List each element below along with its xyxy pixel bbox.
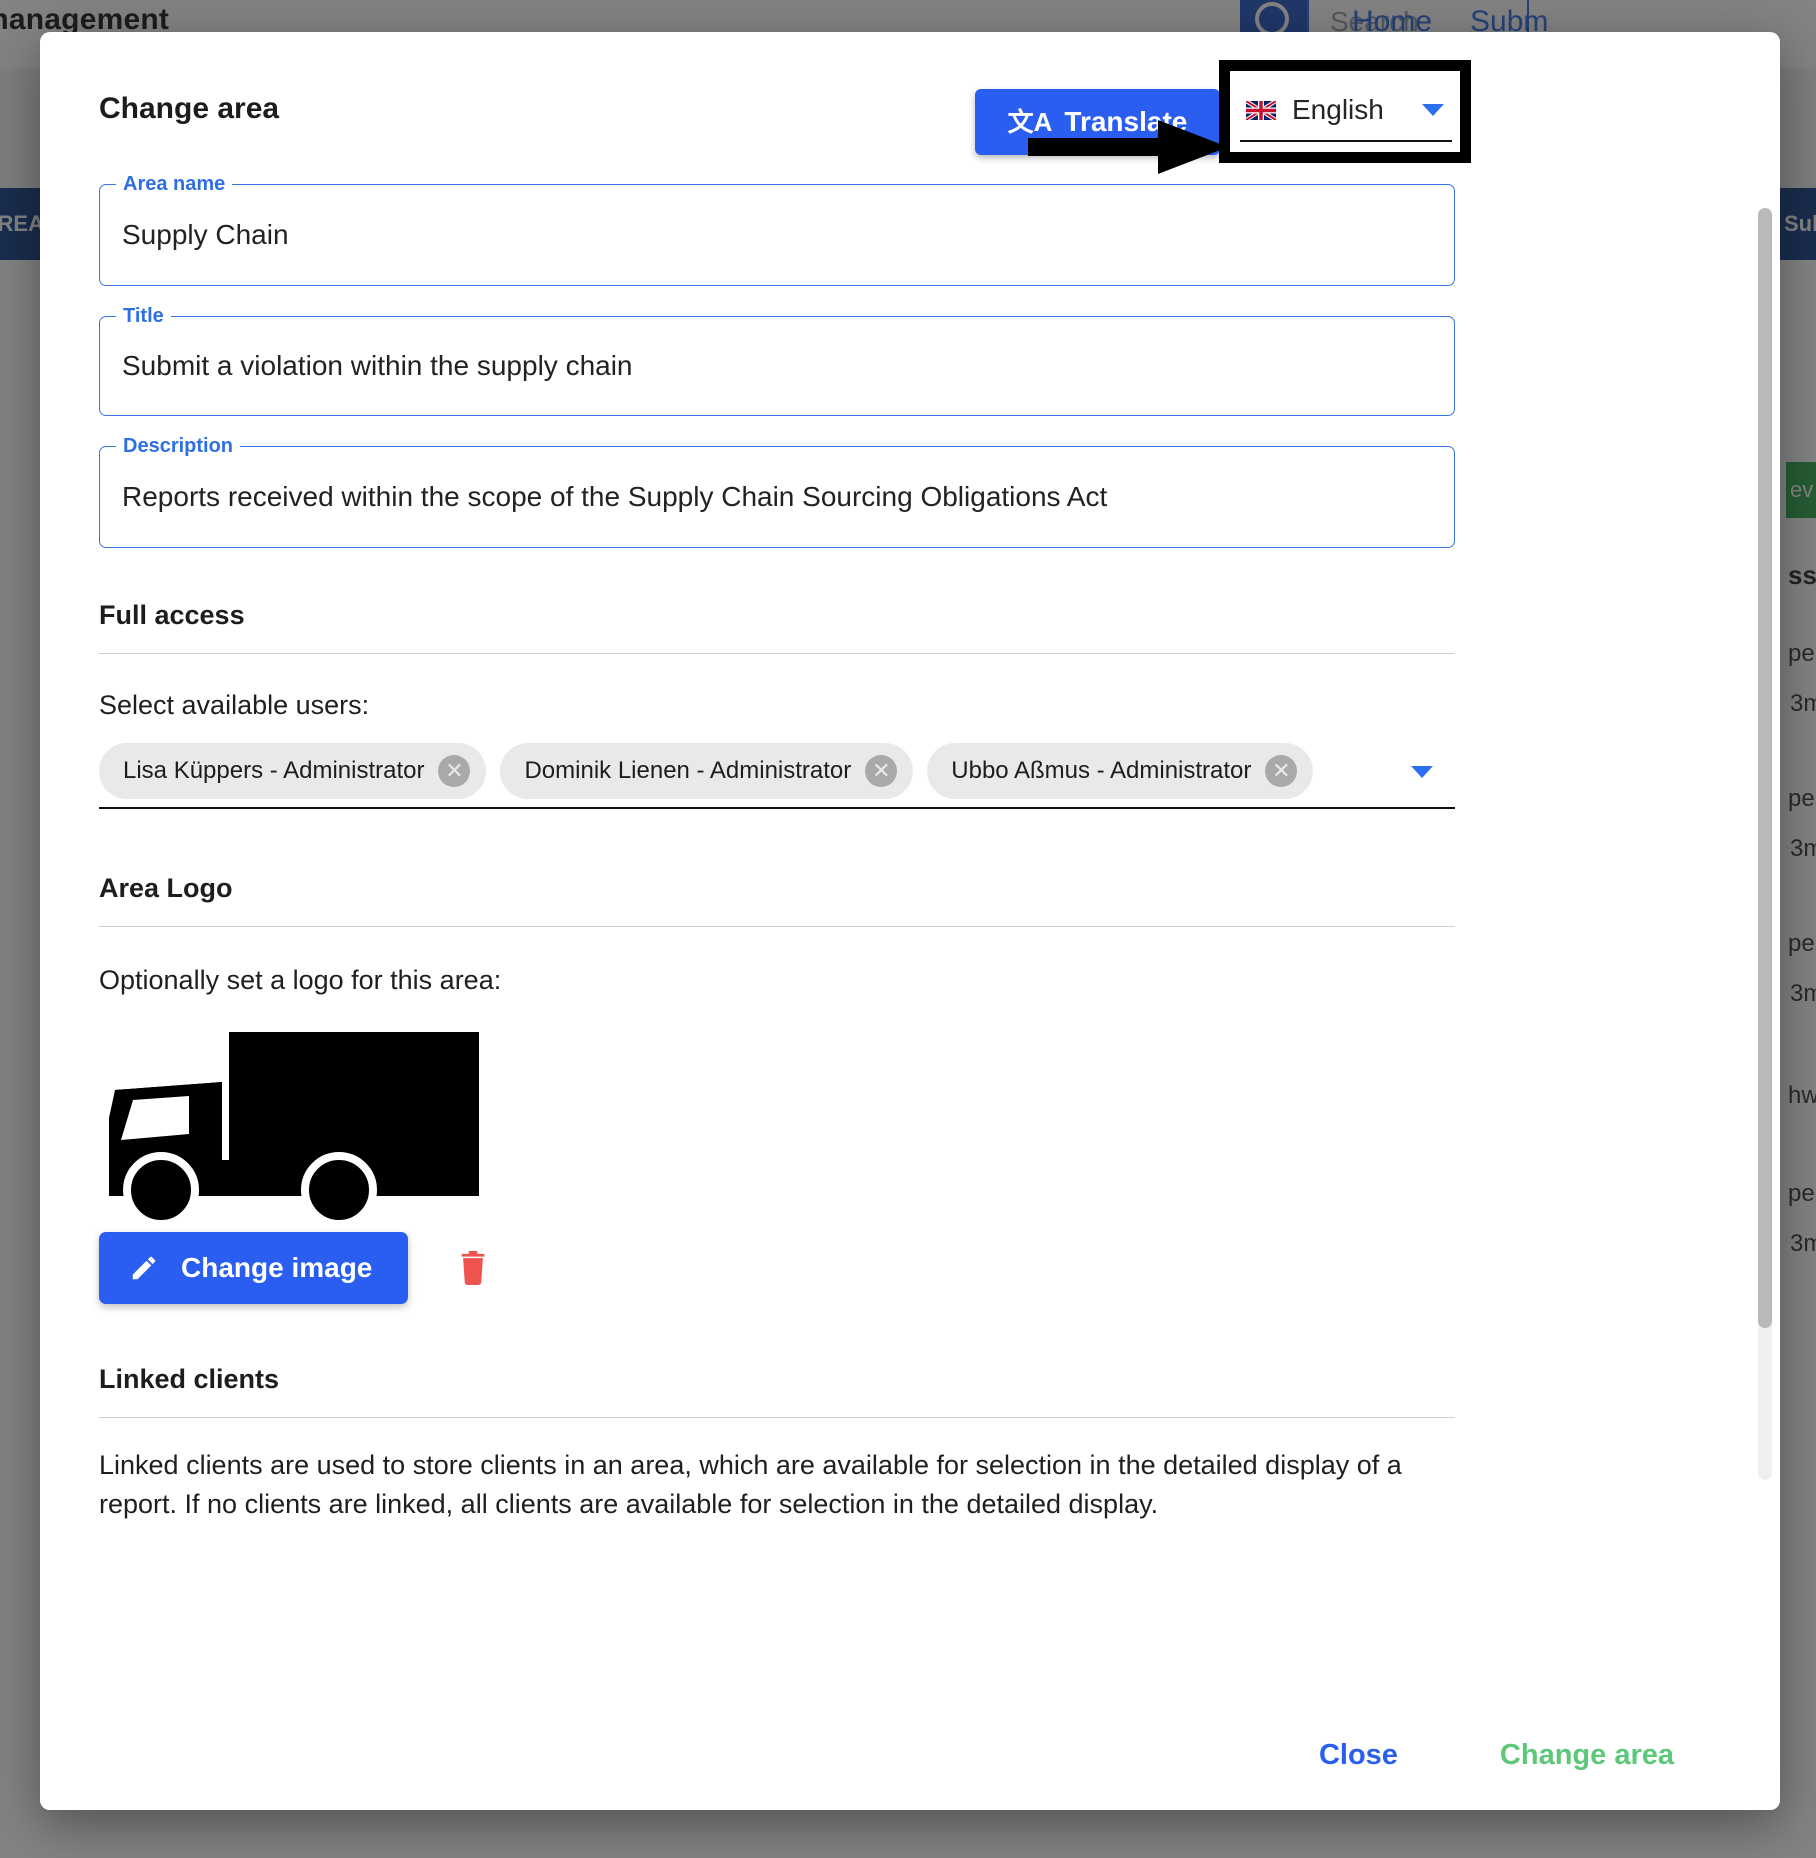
user-chip-label: Lisa Küppers - Administrator bbox=[123, 757, 425, 784]
user-chip[interactable]: Dominik Lienen - Administrator ✕ bbox=[500, 743, 914, 799]
user-chip-label: Dominik Lienen - Administrator bbox=[524, 757, 852, 784]
section-divider bbox=[99, 926, 1455, 927]
title-field[interactable]: Title Submit a violation within the supp… bbox=[99, 305, 1455, 416]
dialog-content: Area name Supply Chain Title Submit a vi… bbox=[99, 173, 1455, 1524]
change-area-dialog: Change area 文A Translate English Area na… bbox=[40, 32, 1780, 1810]
chevron-down-icon bbox=[1422, 104, 1444, 116]
section-divider bbox=[99, 653, 1455, 654]
change-image-button[interactable]: Change image bbox=[99, 1232, 409, 1304]
language-select-value: English bbox=[1292, 94, 1384, 125]
dialog-title: Change area bbox=[99, 92, 280, 125]
delete-logo-button[interactable] bbox=[452, 1245, 494, 1291]
change-area-button[interactable]: Change area bbox=[1494, 1738, 1680, 1773]
dialog-header: Change area 文A Translate English bbox=[40, 32, 1780, 174]
users-chip-list[interactable]: Lisa Küppers - Administrator ✕ Dominik L… bbox=[99, 737, 1455, 809]
user-chip[interactable]: Lisa Küppers - Administrator ✕ bbox=[99, 743, 487, 799]
dialog-body: Change area 文A Translate English Area na… bbox=[40, 32, 1780, 1714]
close-button[interactable]: Close bbox=[1313, 1738, 1404, 1773]
pencil-icon bbox=[132, 1256, 156, 1280]
linked-clients-paragraph: Linked clients are used to store clients… bbox=[99, 1450, 1402, 1520]
area-name-input[interactable]: Supply Chain bbox=[100, 185, 1454, 285]
translate-icon: 文A bbox=[1007, 107, 1053, 137]
area-logo-preview bbox=[99, 1030, 1455, 1220]
truck-icon bbox=[109, 1032, 479, 1220]
page-root: management Search Home Subm REA Subm ev … bbox=[0, 0, 1816, 1858]
area-logo-heading: Area Logo bbox=[99, 873, 233, 903]
remove-user-icon[interactable]: ✕ bbox=[1265, 755, 1298, 787]
logo-actions: Change image bbox=[99, 1232, 1455, 1304]
description-label: Description bbox=[116, 435, 241, 458]
uk-flag-icon bbox=[1246, 100, 1276, 120]
description-input[interactable]: Reports received within the scope of the… bbox=[100, 447, 1454, 547]
title-label: Title bbox=[116, 305, 171, 328]
full-access-section: Full access Select available users: Lisa… bbox=[99, 600, 1455, 809]
area-name-label: Area name bbox=[116, 173, 233, 196]
user-chip-label: Ubbo Aßmus - Administrator bbox=[951, 757, 1252, 784]
trash-icon bbox=[462, 1251, 485, 1285]
dialog-scrollbar-thumb[interactable] bbox=[1758, 208, 1772, 1328]
remove-user-icon[interactable]: ✕ bbox=[865, 755, 898, 787]
language-select[interactable]: English bbox=[1240, 80, 1452, 142]
area-logo-helper: Optionally set a logo for this area: bbox=[99, 965, 502, 995]
dialog-footer: Close Change area bbox=[40, 1700, 1780, 1810]
select-users-label: Select available users: bbox=[99, 690, 370, 720]
user-chip[interactable]: Ubbo Aßmus - Administrator ✕ bbox=[927, 743, 1314, 799]
area-logo-section: Area Logo Optionally set a logo for this… bbox=[99, 873, 1455, 1304]
area-name-field[interactable]: Area name Supply Chain bbox=[99, 173, 1455, 286]
linked-clients-heading: Linked clients bbox=[99, 1364, 280, 1394]
title-input[interactable]: Submit a violation within the supply cha… bbox=[100, 317, 1454, 415]
linked-clients-section: Linked clients Linked clients are used t… bbox=[99, 1364, 1455, 1524]
translate-button-label: Translate bbox=[1064, 106, 1188, 137]
users-dropdown-chevron-down-icon[interactable] bbox=[1411, 766, 1433, 778]
full-access-heading: Full access bbox=[99, 600, 245, 630]
section-divider bbox=[99, 1417, 1455, 1418]
change-image-label: Change image bbox=[181, 1252, 373, 1283]
remove-user-icon[interactable]: ✕ bbox=[438, 755, 471, 787]
translate-button[interactable]: 文A Translate bbox=[975, 89, 1220, 155]
description-field[interactable]: Description Reports received within the … bbox=[99, 435, 1455, 548]
